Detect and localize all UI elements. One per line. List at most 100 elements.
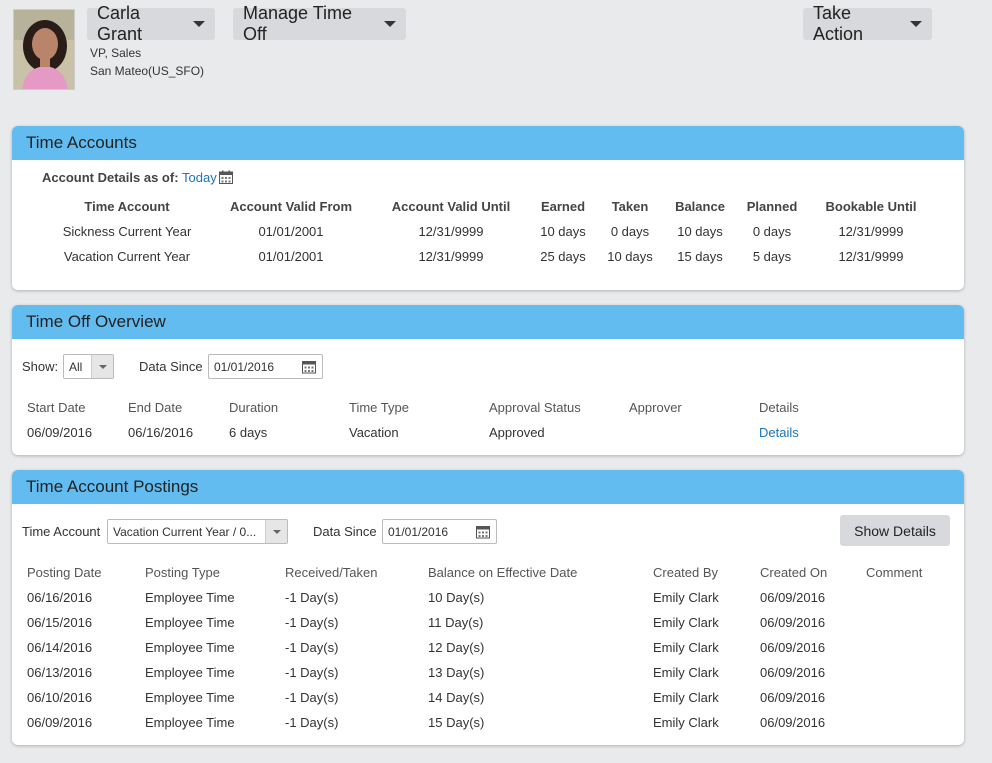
table-cell: 10 days <box>540 224 586 239</box>
data-since-value: 01/01/2016 <box>388 524 449 539</box>
calendar-icon[interactable] <box>219 170 233 184</box>
calendar-icon[interactable] <box>302 359 316 374</box>
column-header: Time Account <box>84 199 170 214</box>
column-header: Balance <box>675 199 725 214</box>
table-cell: Employee Time <box>145 640 235 655</box>
as-of-label: Account Details as of: <box>42 170 179 185</box>
column-header: Posting Type <box>145 565 220 580</box>
show-label: Show: <box>22 359 59 374</box>
data-since-label: Data Since <box>313 524 377 539</box>
table-cell: 25 days <box>540 249 586 264</box>
table-cell: 06/16/2016 <box>27 590 93 605</box>
column-header: Account Valid Until <box>391 199 511 214</box>
table-cell: 6 days <box>229 425 268 440</box>
column-header: Created On <box>760 565 828 580</box>
column-header: Earned <box>540 199 586 214</box>
table-cell: Employee Time <box>145 615 235 630</box>
column-header: Created By <box>653 565 719 580</box>
time-account-select[interactable]: Vacation Current Year / 0... <box>107 519 288 544</box>
table-cell: 12/31/9999 <box>418 249 484 264</box>
column-header: Time Type <box>349 400 409 415</box>
table-cell: Vacation <box>349 425 399 440</box>
table-cell: 01/01/2001 <box>258 224 324 239</box>
table-cell: 06/14/2016 <box>27 640 93 655</box>
table-cell: 06/09/2016 <box>760 665 826 680</box>
data-since-date-input[interactable]: 01/01/2016 <box>208 354 323 379</box>
table-cell: Sickness Current Year <box>62 224 192 239</box>
table-cell: 06/09/2016 <box>27 425 93 440</box>
details-link[interactable]: Details <box>759 425 799 440</box>
table-cell: 06/09/2016 <box>760 615 826 630</box>
table-cell: 15 Day(s) <box>428 715 485 730</box>
data-since-label: Data Since <box>139 359 203 374</box>
table-cell: 12/31/9999 <box>838 224 904 239</box>
time-off-overview-header: Time Off Overview <box>12 305 964 339</box>
column-header: End Date <box>128 400 183 415</box>
column-header: Taken <box>611 199 649 214</box>
postings-header: Time Account Postings <box>12 470 964 504</box>
show-filter-select[interactable]: All <box>63 354 114 379</box>
table-cell: 06/09/2016 <box>760 590 826 605</box>
table-cell: 12 Day(s) <box>428 640 485 655</box>
table-cell: 5 days <box>752 249 792 264</box>
table-cell: 12/31/9999 <box>838 249 904 264</box>
panel-title: Time Account Postings <box>26 477 199 496</box>
table-cell: 06/16/2016 <box>128 425 194 440</box>
time-account-postings-panel: Time Account Postings Time Account Vacat… <box>12 470 964 745</box>
time-account-label: Time Account <box>22 524 101 539</box>
table-cell: -1 Day(s) <box>285 665 339 680</box>
column-header: Received/Taken <box>285 565 378 580</box>
job-title: VP, Sales <box>90 46 142 60</box>
table-cell: Emily Clark <box>653 690 719 705</box>
table-cell: Emily Clark <box>653 640 719 655</box>
manage-time-off-label: Manage Time Off <box>243 3 353 44</box>
table-cell: 10 days <box>607 249 653 264</box>
panel-title: Time Off Overview <box>26 312 166 331</box>
table-cell: 11 Day(s) <box>428 615 484 630</box>
column-header: Balance on Effective Date <box>428 565 578 580</box>
table-cell: 15 days <box>677 249 723 264</box>
table-cell: Emily Clark <box>653 665 719 680</box>
chevron-down-icon <box>384 21 396 27</box>
time-off-overview-panel: Time Off Overview Show: All Data Since 0… <box>12 305 964 455</box>
table-cell: 06/09/2016 <box>760 690 826 705</box>
table-cell: Employee Time <box>145 665 235 680</box>
person-name: Carla Grant <box>97 3 143 44</box>
table-cell: -1 Day(s) <box>285 690 339 705</box>
take-action-label: Take Action <box>813 3 864 44</box>
time-account-value: Vacation Current Year / 0... <box>113 524 257 539</box>
table-cell: 10 days <box>677 224 723 239</box>
table-cell: 10 Day(s) <box>428 590 485 605</box>
table-cell: 06/09/2016 <box>27 715 93 730</box>
table-cell: Emily Clark <box>653 715 719 730</box>
table-cell: Emily Clark <box>653 590 719 605</box>
calendar-icon[interactable] <box>476 524 490 539</box>
chevron-down-icon <box>265 520 287 543</box>
profile-photo[interactable] <box>13 9 75 90</box>
data-since-value: 01/01/2016 <box>214 359 275 374</box>
chevron-down-icon <box>910 21 922 27</box>
table-cell: 06/10/2016 <box>27 690 93 705</box>
show-details-button[interactable]: Show Details <box>840 515 950 546</box>
table-cell: Employee Time <box>145 590 235 605</box>
table-cell: -1 Day(s) <box>285 590 339 605</box>
table-cell: 06/13/2016 <box>27 665 93 680</box>
take-action-button[interactable]: Take Action <box>803 3 932 44</box>
column-header: Comment <box>866 565 923 580</box>
table-cell: 13 Day(s) <box>428 665 485 680</box>
panel-title: Time Accounts <box>26 133 137 152</box>
person-photo-icon <box>14 10 74 89</box>
table-cell: 0 days <box>610 224 650 239</box>
column-header: Approver <box>629 400 682 415</box>
manage-time-off-button[interactable]: Manage Time Off <box>233 3 406 44</box>
column-header: Start Date <box>27 400 86 415</box>
data-since-date-input[interactable]: 01/01/2016 <box>382 519 497 544</box>
table-cell: 0 days <box>752 224 792 239</box>
column-header: Duration <box>229 400 279 415</box>
as-of-date-link[interactable]: Today <box>182 170 217 185</box>
time-accounts-panel: Time Accounts Account Details as of: Tod… <box>12 126 964 290</box>
table-cell: 01/01/2001 <box>258 249 324 264</box>
show-filter-value: All <box>69 359 83 374</box>
person-menu-button[interactable]: Carla Grant <box>87 3 215 44</box>
table-cell: 06/09/2016 <box>760 640 826 655</box>
